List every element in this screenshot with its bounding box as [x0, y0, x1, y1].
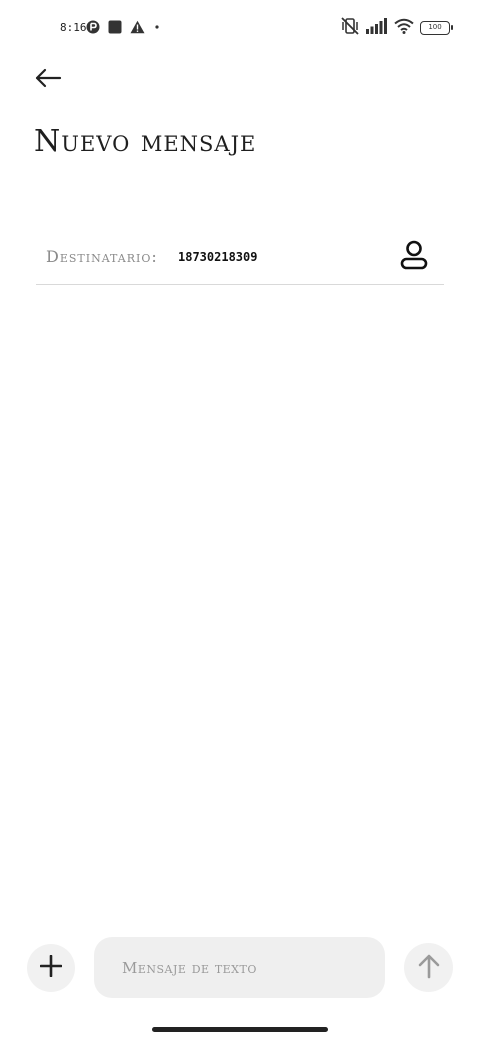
- vibrate-off-icon: [340, 17, 360, 39]
- recipient-row[interactable]: Destinatario: 18730218309: [36, 232, 444, 285]
- wifi-icon: [394, 18, 414, 38]
- warning-icon: [130, 19, 145, 38]
- add-attachment-button[interactable]: [27, 944, 75, 992]
- arrow-up-icon: [418, 953, 440, 983]
- notification-app-icon: [86, 19, 100, 38]
- battery-icon: 100: [420, 21, 453, 35]
- person-icon: [400, 240, 428, 274]
- back-button[interactable]: [28, 62, 68, 98]
- status-right-icons: 100: [340, 17, 453, 39]
- arrow-left-icon: [34, 68, 62, 92]
- recipient-label: Destinatario:: [46, 247, 158, 266]
- status-bar: 8:16 100: [0, 14, 480, 42]
- signal-icon: [366, 18, 388, 38]
- stop-square-icon: [108, 19, 122, 38]
- message-input[interactable]: [94, 937, 385, 998]
- recipient-input[interactable]: 18730218309: [178, 250, 257, 264]
- dot-icon: [153, 19, 161, 38]
- new-message-screen: 8:16 100 Nuevo mensaje Destinatario: 187…: [0, 0, 480, 1040]
- status-time: 8:16: [60, 21, 87, 34]
- page-title: Nuevo mensaje: [34, 124, 257, 159]
- status-left-icons: [86, 19, 161, 38]
- plus-icon: [39, 954, 63, 981]
- contact-picker-button[interactable]: [398, 240, 430, 274]
- home-indicator[interactable]: [152, 1027, 328, 1032]
- send-button[interactable]: [404, 943, 453, 992]
